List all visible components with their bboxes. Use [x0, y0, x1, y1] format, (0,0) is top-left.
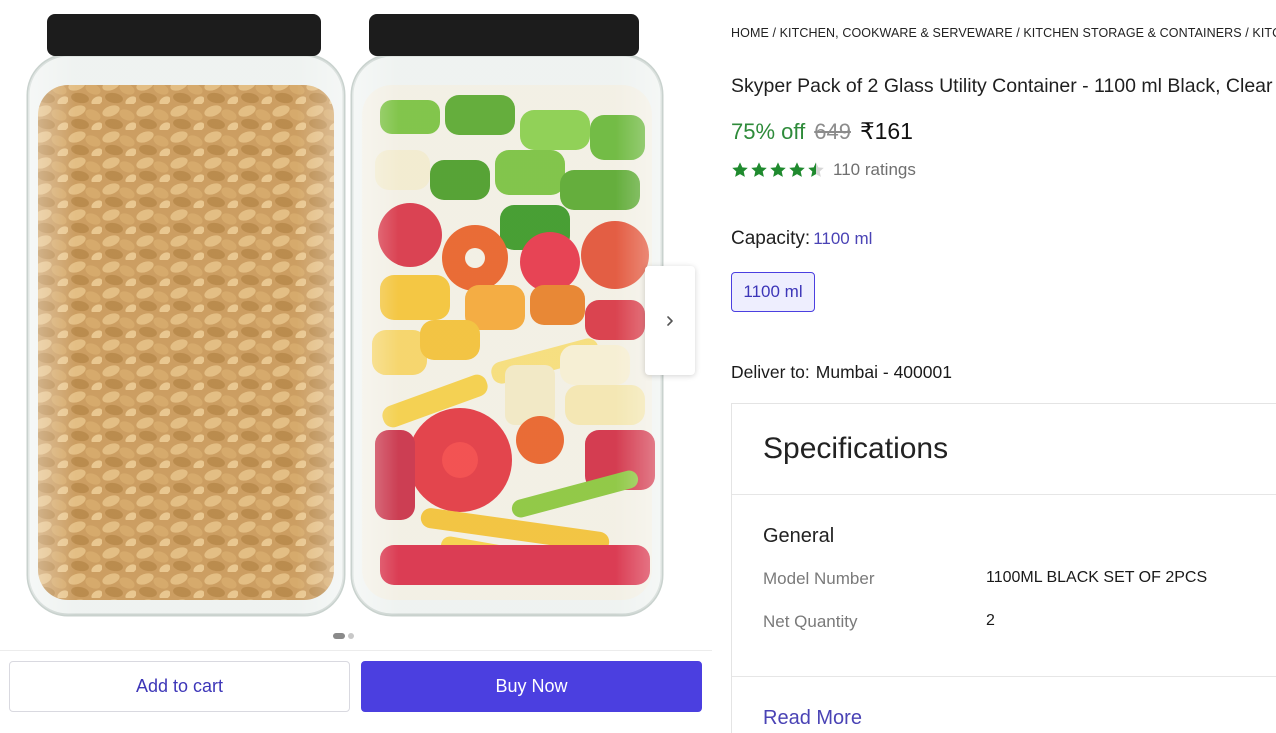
- spec-key: Net Quantity: [763, 612, 858, 631]
- action-bar: Add to cart Buy Now: [0, 650, 712, 722]
- next-image-button[interactable]: [645, 266, 695, 375]
- read-more-link[interactable]: Read More: [763, 707, 862, 730]
- selling-price: ₹161: [859, 118, 913, 144]
- spec-value: 2: [986, 612, 995, 629]
- spec-value: 1100ML BLACK SET OF 2PCS: [986, 569, 1208, 586]
- capacity-label-text: Capacity:: [731, 228, 811, 249]
- chevron-right-icon: [667, 315, 673, 326]
- spec-section-general: General: [763, 525, 835, 547]
- image-pagination-dots: [333, 633, 354, 639]
- spec-row-model-number: Model Number 1100ML BLACK SET OF 2PCS: [763, 569, 1276, 589]
- divider: [732, 494, 1276, 495]
- price-row: 75% off 649 ₹161: [731, 118, 913, 145]
- rating-row: 110 ratings: [731, 160, 916, 180]
- star-icon: [732, 162, 748, 177]
- product-image-gallery: [0, 0, 712, 650]
- buy-now-button[interactable]: Buy Now: [361, 661, 702, 712]
- pagination-dot[interactable]: [333, 633, 345, 639]
- delivery-location[interactable]: Deliver to: Mumbai - 400001: [731, 362, 952, 383]
- specifications-title: Specifications: [763, 432, 949, 465]
- product-image[interactable]: [0, 0, 712, 630]
- ratings-count[interactable]: 110 ratings: [833, 160, 916, 180]
- breadcrumb[interactable]: HOME / KITCHEN, COOKWARE & SERVEWARE / K…: [731, 26, 1276, 40]
- deliver-to-label: Deliver to:: [731, 362, 810, 382]
- capacity-label: Capacity: 1100 ml: [731, 228, 872, 250]
- star-icon: [770, 162, 786, 177]
- divider: [732, 676, 1276, 677]
- star-icon: [789, 162, 805, 177]
- spec-key: Model Number: [763, 569, 875, 588]
- half-star-icon: [808, 162, 824, 177]
- product-title: Skyper Pack of 2 Glass Utility Container…: [731, 75, 1273, 97]
- product-details: HOME / KITCHEN, COOKWARE & SERVEWARE / K…: [731, 0, 1276, 733]
- capacity-selected-value: 1100 ml: [813, 229, 873, 248]
- pagination-dot[interactable]: [348, 633, 354, 639]
- star-rating: [731, 161, 825, 179]
- capacity-option-1100ml[interactable]: 1100 ml: [731, 272, 815, 312]
- delivery-pincode: Mumbai - 400001: [815, 362, 952, 382]
- original-price: 649: [814, 119, 851, 144]
- specifications-card: Specifications General Model Number 1100…: [731, 403, 1276, 733]
- star-icon: [751, 162, 767, 177]
- add-to-cart-button[interactable]: Add to cart: [9, 661, 350, 712]
- spec-row-net-quantity: Net Quantity 2: [763, 612, 1276, 632]
- discount-label: 75% off: [731, 119, 806, 144]
